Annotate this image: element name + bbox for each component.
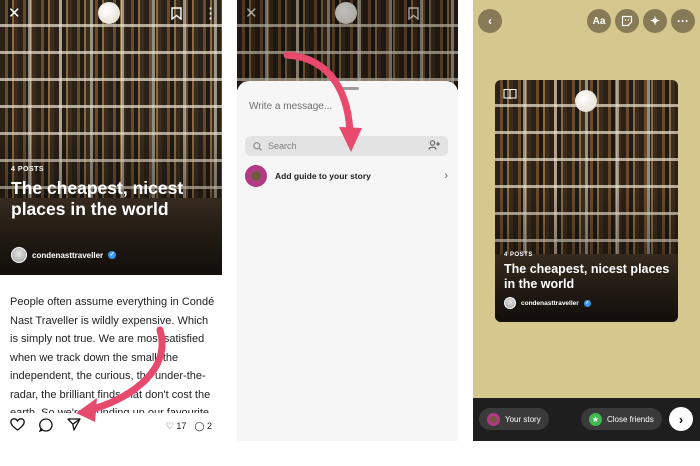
shared-guide-card[interactable]: 4 POSTS The cheapest, nicest places in t… <box>495 80 678 322</box>
close-friends-label: Close friends <box>607 414 654 424</box>
your-story-label: Your story <box>505 414 541 424</box>
your-story-button[interactable]: Your story <box>479 408 549 430</box>
verified-badge-icon: ✓ <box>583 299 591 307</box>
story-editor-screen: ‹ Aa ✦ ··· 4 POSTS The cheapest, nicest … <box>473 0 700 441</box>
pointer-arrow-share <box>76 326 166 422</box>
send-arrow-button[interactable]: › <box>669 407 693 431</box>
avatar <box>504 297 516 309</box>
guide-post-count: 4 POSTS <box>504 252 533 258</box>
back-button[interactable]: ‹ <box>478 9 502 33</box>
guide-author: condenasttraveller ✓ <box>504 297 591 309</box>
author-name: condenasttraveller <box>521 299 579 307</box>
guide-title: The cheapest, nicest places in the world <box>504 262 670 291</box>
star-icon: ★ <box>589 412 602 426</box>
share-sheet-screen: ✕ Write a message... Search Add guide to… <box>237 0 458 441</box>
guide-book-icon <box>503 88 517 103</box>
guide-screen: ✕ ⋮ 4 POSTS The cheapest, nicest places … <box>0 0 222 441</box>
story-avatar <box>487 412 500 426</box>
more-options-icon[interactable]: ··· <box>671 9 695 33</box>
text-tool-button[interactable]: Aa <box>587 9 611 33</box>
effects-sparkle-icon[interactable]: ✦ <box>643 9 667 33</box>
pointer-arrow-add-guide <box>283 51 362 152</box>
sticker-icon[interactable] <box>615 9 639 33</box>
tutorial-screenshot: ✕ ⋮ 4 POSTS The cheapest, nicest places … <box>0 0 700 466</box>
close-friends-button[interactable]: ★ Close friends <box>581 408 662 430</box>
story-share-footer: Your story ★ Close friends › <box>473 398 700 441</box>
